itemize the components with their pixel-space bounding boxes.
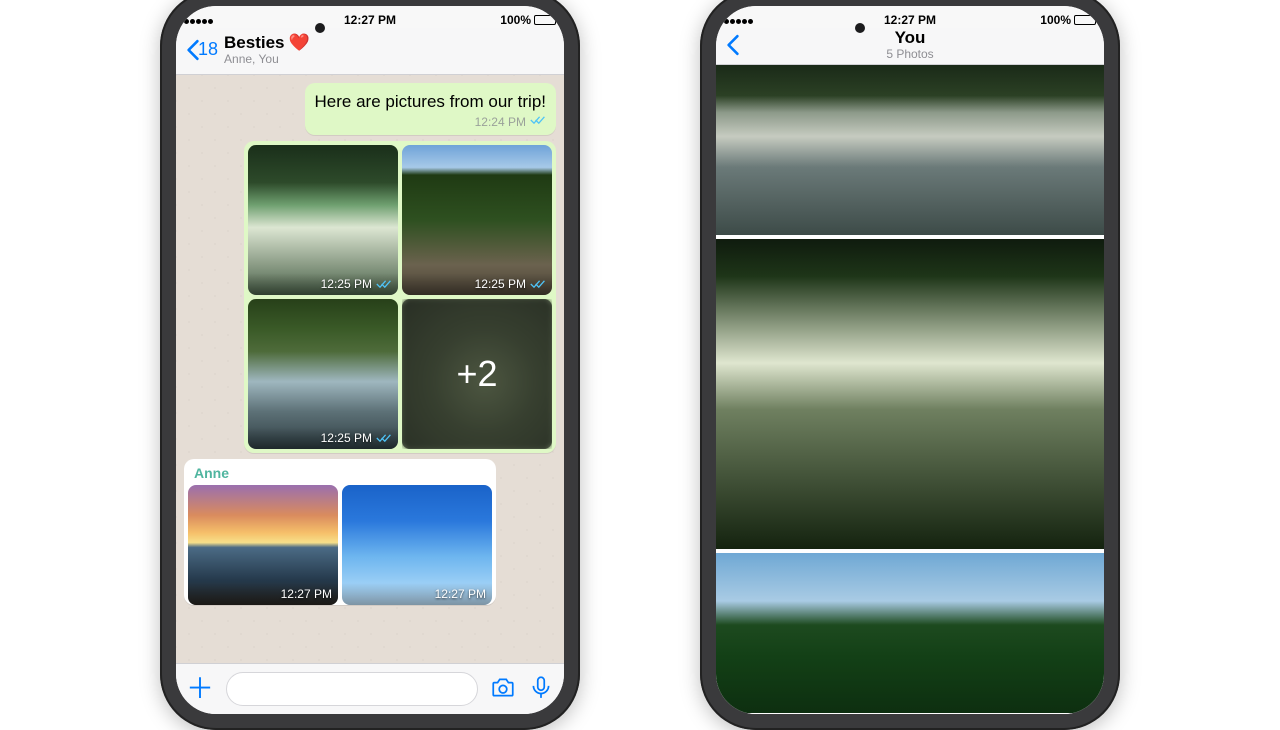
chat-body[interactable]: Here are pictures from our trip! 12:24 P… [176,75,564,663]
gallery-photo-2[interactable] [716,239,1104,549]
message-time: 12:24 PM [475,115,526,129]
back-count: 18 [198,39,218,60]
album-photo-more[interactable]: +2 [402,299,552,449]
screen-gallery: 12:27 PM 100% You 5 Photos [716,6,1104,714]
album-photo-1[interactable]: 12:25 PM [248,145,398,295]
phone-right: 12:27 PM 100% You 5 Photos [700,0,1120,730]
chat-header[interactable]: 18 Besties ❤️ Anne, You [176,28,564,75]
status-time: 12:27 PM [716,13,1104,27]
screen-chat: 12:27 PM 100% 18 Besties ❤️ Anne, You [176,6,564,714]
album-in[interactable]: Anne 12:27 PM 12:27 PM [184,459,496,605]
chat-subtitle: Anne, You [224,53,310,66]
status-time: 12:27 PM [176,13,564,27]
read-ticks-icon [376,432,392,444]
gallery-photo-3[interactable] [716,553,1104,713]
message-input[interactable] [226,672,478,706]
status-bar: 12:27 PM 100% [716,6,1104,28]
phone-left: 12:27 PM 100% 18 Besties ❤️ Anne, You [160,0,580,730]
read-ticks-icon [530,278,546,290]
gallery-title: You [895,29,926,48]
heart-icon: ❤️ [289,34,310,53]
chat-title: Besties [224,34,284,53]
battery-icon [1074,15,1096,25]
gallery-list[interactable] [716,65,1104,714]
album-in-photo-2[interactable]: 12:27 PM [342,485,492,605]
more-count: +2 [402,299,552,449]
photo-time: 12:25 PM [321,277,372,291]
battery-icon [534,15,556,25]
gallery-subtitle: 5 Photos [716,48,1104,61]
status-bar: 12:27 PM 100% [176,6,564,28]
chat-title-block[interactable]: Besties ❤️ Anne, You [224,34,310,66]
message-text: Here are pictures from our trip! [315,91,546,112]
photo-time: 12:27 PM [281,587,332,601]
photo-time: 12:27 PM [435,587,486,601]
back-button[interactable]: 18 [186,39,218,61]
photo-time: 12:25 PM [321,431,372,445]
camera-button[interactable] [490,674,516,705]
album-photo-2[interactable]: 12:25 PM [402,145,552,295]
gallery-header: You 5 Photos [716,28,1104,65]
message-out[interactable]: Here are pictures from our trip! 12:24 P… [305,83,556,135]
photo-time: 12:25 PM [475,277,526,291]
gallery-photo-1[interactable] [716,65,1104,235]
album-photo-3[interactable]: 12:25 PM [248,299,398,449]
album-in-photo-1[interactable]: 12:27 PM [188,485,338,605]
read-ticks-icon [376,278,392,290]
album-out[interactable]: 12:25 PM 12:25 PM 12:25 PM [244,141,556,453]
sender-name: Anne [188,463,492,485]
input-bar: ＋ [176,663,564,714]
mic-button[interactable] [528,674,554,705]
read-ticks-icon [530,114,546,129]
